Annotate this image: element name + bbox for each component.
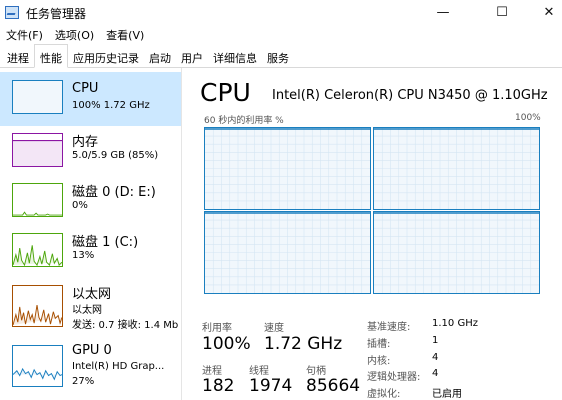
disk-0-thumbnail — [12, 183, 63, 217]
gpu-thumbnail — [12, 345, 63, 387]
cpu-thumbnail — [12, 80, 63, 114]
menu-file[interactable]: 文件(F) — [0, 25, 49, 44]
task-manager-icon — [5, 6, 19, 19]
menu-view[interactable]: 查看(V) — [100, 25, 150, 44]
base-speed-label: 基准速度: — [367, 322, 411, 333]
cores-value: 4 — [432, 352, 439, 363]
core-3-graph — [373, 211, 540, 294]
tab-processes[interactable]: 进程 — [2, 45, 34, 68]
graph-caption: 60 秒内的利用率 % — [204, 116, 284, 126]
sidebar-item-value: 27% — [72, 376, 95, 387]
close-button[interactable]: ✕ — [526, 0, 562, 25]
speed-value: 1.72 GHz — [264, 334, 343, 354]
sockets-label: 插槽: — [367, 339, 391, 350]
tab-app-history[interactable]: 应用历史记录 — [68, 45, 144, 68]
tab-details[interactable]: 详细信息 — [208, 45, 262, 68]
core-graph-grid — [374, 128, 539, 209]
window-title: 任务管理器 — [26, 7, 87, 21]
sidebar-item-value: 100% 1.72 GHz — [72, 100, 150, 111]
menu-bar: 文件(F) 选项(O) 查看(V) — [0, 25, 562, 44]
menu-options[interactable]: 选项(O) — [49, 25, 100, 44]
sidebar-item-cpu[interactable]: CPU 100% 1.72 GHz — [0, 72, 181, 126]
sockets-value: 1 — [432, 335, 439, 346]
threads-value: 1974 — [249, 376, 293, 396]
sidebar-item-value: 发送: 0.7 接收: 1.4 Mb — [72, 320, 179, 331]
sidebar-item-label: 磁盘 1 (C:) — [72, 235, 139, 250]
minimize-button[interactable]: — — [420, 0, 466, 25]
tab-users[interactable]: 用户 — [176, 45, 208, 68]
utilization-value: 100% — [202, 334, 251, 354]
sidebar-item-ethernet[interactable]: 以太网 以太网 发送: 0.7 接收: 1.4 Mb — [0, 282, 181, 342]
sidebar-item-disk-0[interactable]: 磁盘 0 (D: E:) 0% — [0, 178, 181, 232]
core-2-graph — [204, 211, 371, 294]
tab-startup[interactable]: 启动 — [144, 45, 176, 68]
sidebar-item-value: 0% — [72, 200, 88, 211]
core-graph-grid — [205, 128, 370, 209]
sidebar-item-disk-1[interactable]: 磁盘 1 (C:) 13% — [0, 230, 181, 284]
page-title: CPU — [200, 78, 251, 107]
sidebar-item-label: 磁盘 0 (D: E:) — [72, 185, 156, 200]
logical-processors-value: 4 — [432, 368, 439, 379]
threads-label: 线程 — [249, 366, 269, 377]
cores-label: 内核: — [367, 356, 391, 367]
sidebar-item-label: CPU — [72, 81, 99, 96]
processes-label: 进程 — [202, 366, 222, 377]
core-graph-grid — [374, 212, 539, 293]
sidebar-item-label: GPU 0 — [72, 343, 112, 358]
tab-services[interactable]: 服务 — [262, 45, 294, 68]
base-speed-value: 1.10 GHz — [432, 318, 478, 329]
speed-label: 速度 — [264, 323, 284, 334]
virtualization-label: 虚拟化: — [367, 389, 401, 400]
sidebar-item-label: 以太网 — [72, 287, 112, 302]
virtualization-value: 已启用 — [432, 389, 462, 400]
ethernet-thumbnail — [12, 285, 63, 327]
logical-processors-label: 逻辑处理器: — [367, 372, 421, 383]
sidebar-item-memory[interactable]: 内存 5.0/5.9 GB (85%) — [0, 126, 181, 180]
cpu-model-name: Intel(R) Celeron(R) CPU N3450 @ 1.10GHz — [272, 88, 548, 103]
resource-sidebar: CPU 100% 1.72 GHz 内存 5.0/5.9 GB (85%) 磁盘… — [0, 68, 182, 400]
maximize-button[interactable]: ☐ — [479, 0, 525, 25]
graph-max-label: 100% — [515, 113, 541, 123]
handles-value: 85664 — [306, 376, 361, 396]
core-1-graph — [373, 127, 540, 210]
core-graph-grid — [205, 212, 370, 293]
title-bar: 任务管理器 — ☐ ✕ — [0, 0, 562, 25]
sidebar-item-gpu[interactable]: GPU 0 Intel(R) HD Grap... 27% — [0, 342, 181, 400]
sidebar-item-value: 13% — [72, 250, 95, 261]
disk-1-thumbnail — [12, 233, 63, 267]
utilization-label: 利用率 — [202, 323, 232, 334]
handles-label: 句柄 — [306, 366, 326, 377]
tab-bar: 进程 性能 应用历史记录 启动 用户 详细信息 服务 — [0, 44, 562, 68]
processes-value: 182 — [202, 376, 235, 396]
tab-performance[interactable]: 性能 — [34, 44, 68, 68]
sidebar-item-value: 5.0/5.9 GB (85%) — [72, 150, 159, 161]
sidebar-item-label: 内存 — [72, 135, 99, 150]
core-0-graph — [204, 127, 371, 210]
sidebar-item-adapter: Intel(R) HD Grap... — [72, 361, 165, 372]
memory-thumbnail — [12, 133, 63, 167]
sidebar-item-adapter: 以太网 — [72, 305, 102, 316]
